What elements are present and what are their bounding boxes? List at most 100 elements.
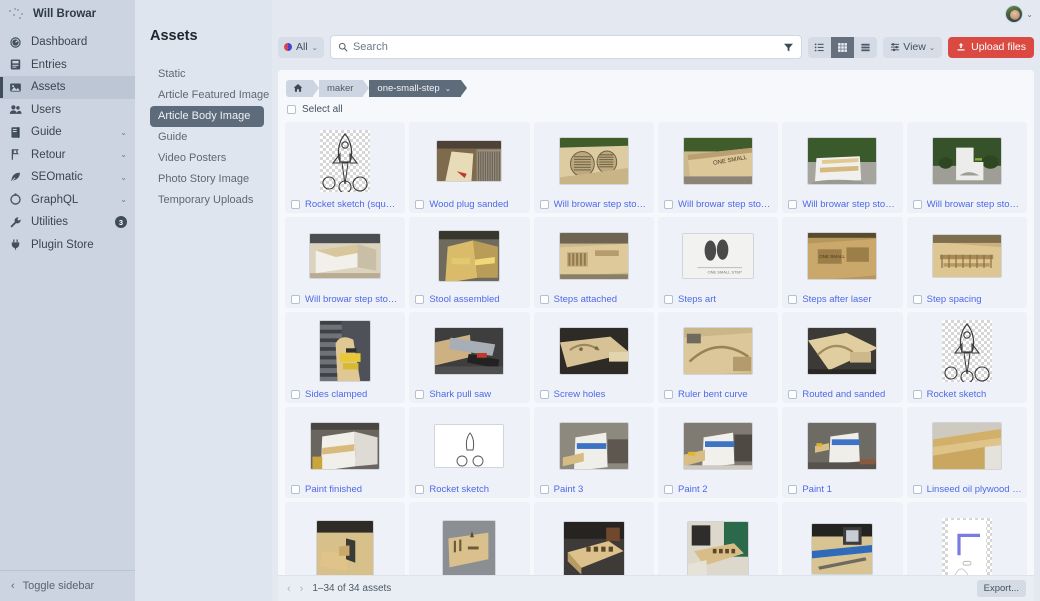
- asset-name[interactable]: Shark pull saw: [429, 389, 491, 400]
- asset-name[interactable]: Paint 2: [678, 484, 708, 495]
- avatar[interactable]: [1005, 5, 1024, 23]
- select-all-row[interactable]: Select all: [278, 100, 1034, 118]
- asset-checkbox[interactable]: [291, 200, 300, 209]
- asset-checkbox[interactable]: [788, 295, 798, 304]
- asset-card[interactable]: Steps attached: [533, 217, 654, 308]
- asset-checkbox[interactable]: [539, 200, 549, 209]
- asset-checkbox[interactable]: [415, 390, 425, 399]
- asset-name[interactable]: Rocket sketch: [429, 484, 489, 495]
- sidebar-item-plugin-store[interactable]: Plugin Store: [0, 234, 135, 257]
- asset-name[interactable]: Will browar step stool 3: [802, 199, 897, 210]
- asset-checkbox[interactable]: [664, 390, 673, 399]
- asset-name[interactable]: Linseed oil plywood test: [927, 484, 1022, 495]
- asset-card[interactable]: Will browar step stool 2: [906, 122, 1027, 213]
- asset-card[interactable]: Linseed oil plywood test: [906, 407, 1027, 498]
- asset-checkbox[interactable]: [539, 295, 549, 304]
- assets-grid-scroll[interactable]: Rocket sketch (square) Wood plug sanded Wi…: [278, 118, 1034, 601]
- site-header[interactable]: Will Browar: [0, 0, 135, 28]
- asset-name[interactable]: Will browar step stool 1: [305, 294, 400, 305]
- asset-checkbox[interactable]: [912, 485, 922, 494]
- asset-name[interactable]: Paint 3: [554, 484, 584, 495]
- asset-card[interactable]: Sides clamped: [285, 312, 406, 403]
- asset-card[interactable]: Paint 2: [658, 407, 779, 498]
- filter-funnel-icon[interactable]: [783, 42, 794, 53]
- chevron-down-icon[interactable]: ⌄: [445, 84, 451, 93]
- sidebar-item-graphql[interactable]: GraphQL ⌄: [0, 189, 135, 212]
- chevron-down-icon[interactable]: ⌄: [120, 128, 127, 137]
- list-view-button[interactable]: [808, 37, 831, 58]
- asset-checkbox[interactable]: [291, 390, 300, 399]
- sidebar-item-seomatic[interactable]: SEOmatic ⌄: [0, 166, 135, 189]
- chevron-down-icon[interactable]: ⌄: [120, 150, 127, 159]
- asset-card[interactable]: Will browar step stool 3: [782, 122, 903, 213]
- asset-checkbox[interactable]: [912, 390, 922, 399]
- asset-checkbox[interactable]: [664, 295, 673, 304]
- asset-checkbox[interactable]: [415, 200, 425, 209]
- asset-checkbox[interactable]: [415, 295, 425, 304]
- account-menu[interactable]: ⌄: [1005, 0, 1033, 28]
- asset-source-video-posters[interactable]: Video Posters: [150, 148, 264, 169]
- sidebar-item-retour[interactable]: Retour ⌄: [0, 144, 135, 167]
- asset-card[interactable]: Rocket sketch (square): [285, 122, 406, 213]
- asset-checkbox[interactable]: [788, 485, 798, 494]
- sidebar-item-users[interactable]: Users: [0, 99, 135, 122]
- view-settings-dropdown[interactable]: View ⌄: [883, 36, 943, 58]
- next-page-button[interactable]: ›: [300, 583, 304, 595]
- asset-checkbox[interactable]: [291, 295, 300, 304]
- toggle-sidebar-button[interactable]: ‹ Toggle sidebar: [0, 570, 135, 601]
- asset-source-temporary-uploads[interactable]: Temporary Uploads: [150, 190, 264, 211]
- grid-view-button[interactable]: [831, 36, 855, 58]
- asset-name[interactable]: Will browar step stool 4: [678, 199, 773, 210]
- export-button[interactable]: Export...: [976, 580, 1026, 597]
- asset-card[interactable]: Will browar step stool 5: [533, 122, 654, 213]
- asset-name[interactable]: Will browar step stool 5: [554, 199, 649, 210]
- asset-card[interactable]: Rocket sketch: [409, 407, 530, 498]
- asset-card[interactable]: Ruler bent curve: [658, 312, 779, 403]
- asset-name[interactable]: Steps art: [678, 294, 716, 305]
- asset-card[interactable]: Screw holes: [533, 312, 654, 403]
- asset-card[interactable]: Paint 1: [782, 407, 903, 498]
- asset-name[interactable]: Steps attached: [554, 294, 617, 305]
- asset-checkbox[interactable]: [415, 485, 425, 494]
- asset-card[interactable]: Will browar step stool 1: [285, 217, 406, 308]
- asset-card[interactable]: ONE SMALL STEP Steps art: [658, 217, 779, 308]
- asset-card[interactable]: Paint 3: [533, 407, 654, 498]
- breadcrumb-maker[interactable]: maker: [319, 79, 370, 97]
- asset-checkbox[interactable]: [664, 200, 673, 209]
- asset-card[interactable]: ONE SMALL Steps after laser: [782, 217, 903, 308]
- chevron-down-icon[interactable]: ⌄: [120, 173, 127, 182]
- asset-name[interactable]: Will browar step stool 2: [927, 199, 1022, 210]
- asset-name[interactable]: Steps after laser: [802, 294, 871, 305]
- asset-source-photo-story-image[interactable]: Photo Story Image: [150, 169, 264, 190]
- asset-checkbox[interactable]: [664, 485, 673, 494]
- asset-checkbox[interactable]: [291, 485, 300, 494]
- breadcrumb-one-small-step[interactable]: one-small-step ⌄: [369, 79, 467, 97]
- asset-name[interactable]: Rocket sketch (square): [305, 199, 400, 210]
- select-all-checkbox[interactable]: [287, 104, 296, 114]
- asset-checkbox[interactable]: [788, 200, 798, 209]
- status-filter-dropdown[interactable]: All ⌄: [278, 36, 324, 58]
- asset-name[interactable]: Sides clamped: [305, 389, 367, 400]
- asset-name[interactable]: Screw holes: [554, 389, 606, 400]
- asset-card[interactable]: Paint finished: [285, 407, 406, 498]
- asset-name[interactable]: Paint 1: [802, 484, 832, 495]
- upload-files-button[interactable]: Upload files: [948, 36, 1034, 58]
- asset-card[interactable]: Rocket sketch: [906, 312, 1027, 403]
- asset-checkbox[interactable]: [788, 390, 798, 399]
- asset-name[interactable]: Ruler bent curve: [678, 389, 748, 400]
- sidebar-item-guide[interactable]: Guide ⌄: [0, 121, 135, 144]
- asset-checkbox[interactable]: [539, 485, 549, 494]
- asset-card[interactable]: Stool assembled: [409, 217, 530, 308]
- asset-source-guide[interactable]: Guide: [150, 127, 264, 148]
- asset-name[interactable]: Rocket sketch: [927, 389, 987, 400]
- chevron-down-icon[interactable]: ⌄: [120, 195, 127, 204]
- asset-name[interactable]: Step spacing: [927, 294, 982, 305]
- breadcrumb-home[interactable]: [286, 79, 319, 97]
- sidebar-item-dashboard[interactable]: Dashboard: [0, 31, 135, 54]
- sidebar-item-entries[interactable]: Entries: [0, 54, 135, 77]
- asset-checkbox[interactable]: [912, 200, 922, 209]
- asset-card[interactable]: Step spacing: [906, 217, 1027, 308]
- asset-source-article-body-image[interactable]: Article Body Image: [150, 106, 264, 127]
- table-view-button[interactable]: [854, 37, 877, 58]
- asset-card[interactable]: Routed and sanded: [782, 312, 903, 403]
